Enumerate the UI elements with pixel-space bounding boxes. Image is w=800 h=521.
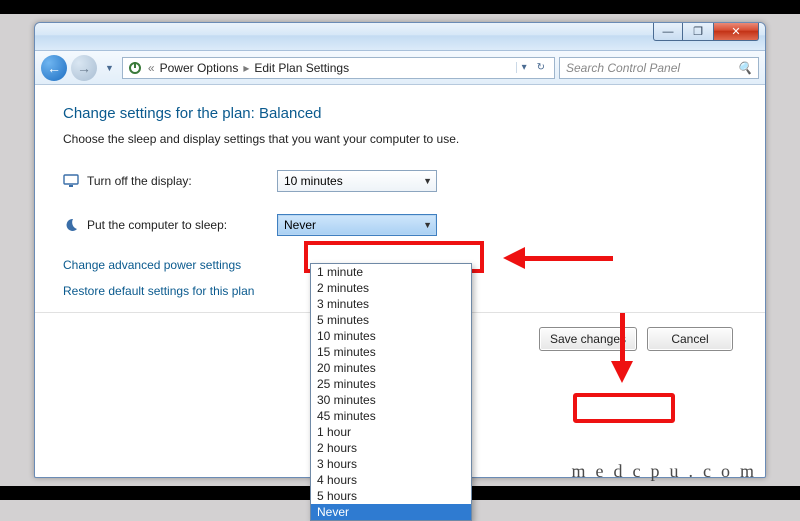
monitor-icon <box>63 173 79 189</box>
breadcrumb-item-edit-plan[interactable]: Edit Plan Settings <box>254 61 349 75</box>
window-controls: — ❐ ✕ <box>653 23 759 41</box>
sleep-option[interactable]: 3 hours <box>311 456 471 472</box>
maximize-button[interactable]: ❐ <box>683 23 713 41</box>
sleep-option[interactable]: 2 hours <box>311 440 471 456</box>
sleep-option[interactable]: 30 minutes <box>311 392 471 408</box>
display-label: Turn off the display: <box>87 174 277 188</box>
address-bar[interactable]: « Power Options ▸ Edit Plan Settings ▾ ↻ <box>122 57 555 79</box>
search-placeholder: Search Control Panel <box>566 61 680 75</box>
titlebar: — ❐ ✕ <box>35 23 765 51</box>
chevron-down-icon: ▼ <box>423 220 432 230</box>
sleep-option[interactable]: Never <box>311 504 471 520</box>
address-dropdown-button[interactable]: ▾ <box>517 62 532 73</box>
sleep-option[interactable]: 45 minutes <box>311 408 471 424</box>
search-icon: 🔍 <box>737 61 752 75</box>
sleep-option[interactable]: 3 minutes <box>311 296 471 312</box>
refresh-button[interactable]: ↻ <box>532 62 550 73</box>
back-button[interactable]: ← <box>41 55 67 81</box>
display-timeout-value: 10 minutes <box>284 174 343 188</box>
navbar: ← → ▼ « Power Options ▸ Edit Plan Settin… <box>35 51 765 85</box>
page-subtext: Choose the sleep and display settings th… <box>63 132 737 146</box>
sleep-option[interactable]: 10 minutes <box>311 328 471 344</box>
sleep-option[interactable]: 5 minutes <box>311 312 471 328</box>
power-icon <box>127 60 143 76</box>
breadcrumb-chevron-icon: ▸ <box>243 61 249 75</box>
row-sleep: Put the computer to sleep: Never ▼ <box>63 214 737 236</box>
sleep-option[interactable]: 5 hours <box>311 488 471 504</box>
chevron-down-icon: ▼ <box>423 176 432 186</box>
forward-button[interactable]: → <box>71 55 97 81</box>
close-button[interactable]: ✕ <box>713 23 759 41</box>
sleep-timeout-value: Never <box>284 218 316 232</box>
sleep-option[interactable]: 20 minutes <box>311 360 471 376</box>
row-display: Turn off the display: 10 minutes ▼ <box>63 170 737 192</box>
sleep-option[interactable]: 2 minutes <box>311 280 471 296</box>
moon-icon <box>63 217 79 233</box>
nav-history-dropdown[interactable]: ▼ <box>101 63 118 73</box>
display-timeout-combo[interactable]: 10 minutes ▼ <box>277 170 437 192</box>
arrow-right-icon: → <box>77 60 91 76</box>
search-input[interactable]: Search Control Panel 🔍 <box>559 57 759 79</box>
sleep-timeout-combo[interactable]: Never ▼ <box>277 214 437 236</box>
letterbox-top <box>0 0 800 14</box>
watermark: medcpu.com <box>572 461 764 482</box>
breadcrumb-separator: « <box>148 61 155 75</box>
page-title: Change settings for the plan: Balanced <box>63 105 737 122</box>
sleep-option[interactable]: 25 minutes <box>311 376 471 392</box>
sleep-label: Put the computer to sleep: <box>87 218 277 232</box>
sleep-timeout-listbox[interactable]: 1 minute2 minutes3 minutes5 minutes10 mi… <box>310 263 472 521</box>
breadcrumb-item-power-options[interactable]: Power Options <box>160 61 239 75</box>
annotation-highlight-save <box>573 393 675 423</box>
sleep-option[interactable]: 1 minute <box>311 264 471 280</box>
cancel-button[interactable]: Cancel <box>647 327 733 351</box>
arrow-left-icon: ← <box>47 60 61 76</box>
minimize-button[interactable]: — <box>653 23 683 41</box>
sleep-option[interactable]: 4 hours <box>311 472 471 488</box>
sleep-option[interactable]: 15 minutes <box>311 344 471 360</box>
control-panel-window: — ❐ ✕ ← → ▼ « Power Options ▸ Edit Plan … <box>34 22 766 478</box>
sleep-option[interactable]: 1 hour <box>311 424 471 440</box>
save-changes-button[interactable]: Save changes <box>539 327 637 351</box>
